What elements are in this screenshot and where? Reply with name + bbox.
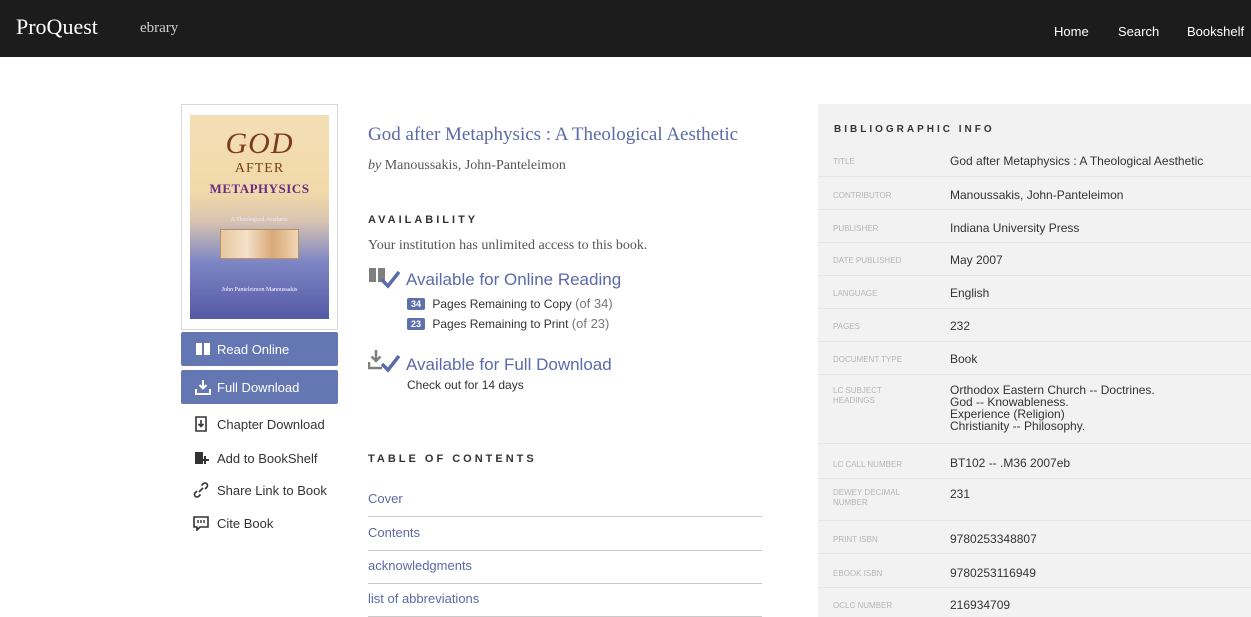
- bib-value-document-type: Book: [950, 352, 978, 366]
- bib-value-dewey-decimal: 231: [950, 487, 971, 501]
- byline-author: Manoussakis, John-Panteleimon: [384, 158, 566, 173]
- bib-value-date-published: May 2007: [950, 253, 1003, 267]
- copy-total: (of 34): [575, 296, 613, 311]
- bib-value-lc-call-number: BT102 -- .M36 2007eb: [950, 456, 1071, 470]
- bib-label-pages: PAGES: [833, 322, 860, 331]
- bib-divider: [818, 275, 1251, 276]
- toc-heading: TABLE OF CONTENTS: [368, 453, 537, 465]
- nav-home[interactable]: Home: [1054, 24, 1089, 39]
- online-reading-title[interactable]: Available for Online Reading: [406, 270, 621, 290]
- top-bar: ProQuest ebrary Home Search Bookshelf: [0, 0, 1251, 57]
- bib-divider: [818, 520, 1251, 521]
- copy-count-badge: 34: [407, 298, 426, 310]
- bib-value-ebook-isbn: 9780253116949: [950, 566, 1036, 580]
- bib-divider: [818, 176, 1251, 177]
- book-title: God after Metaphysics : A Theological Ae…: [368, 124, 739, 145]
- toc-item[interactable]: list of abbreviations: [368, 583, 762, 617]
- toc-item-label: acknowledgments: [368, 558, 473, 573]
- byline-prefix: by: [368, 158, 382, 173]
- bib-label-date-published: DATE PUBLISHED: [833, 256, 902, 265]
- bib-divider: [818, 587, 1251, 588]
- bib-label-publisher: PUBLISHER: [833, 224, 879, 233]
- cover-artwork: [220, 229, 299, 259]
- bib-divider: [818, 209, 1251, 210]
- bib-divider: [818, 443, 1251, 444]
- print-total: (of 23): [571, 316, 610, 331]
- cover-title-after: AFTER: [234, 161, 285, 176]
- toc-item-label: Contents: [368, 525, 421, 540]
- bib-label-print-isbn: PRINT ISBN: [833, 535, 878, 544]
- bib-value-title: God after Metaphysics : A Theological Ae…: [950, 154, 1204, 168]
- cite-icon: [193, 516, 209, 531]
- online-reading-icon: [369, 268, 400, 289]
- print-remaining-row: 23 Pages Remaining to Print (of 23): [407, 316, 609, 331]
- read-online-button[interactable]: Read Online: [181, 332, 338, 366]
- print-count-badge: 23: [407, 318, 426, 330]
- add-to-bookshelf-label: Add to BookShelf: [217, 451, 318, 466]
- share-link-label: Share Link to Book: [217, 483, 327, 498]
- book-byline: by Manoussakis, John-Panteleimon: [368, 158, 566, 174]
- full-download-label: Full Download: [217, 380, 300, 395]
- toc-item-label: list of abbreviations: [368, 591, 480, 606]
- chapter-download-icon: [195, 416, 207, 432]
- bib-value-publisher: Indiana University Press: [950, 221, 1080, 235]
- bib-divider: [818, 553, 1251, 554]
- nav-bookshelf[interactable]: Bookshelf: [1187, 24, 1244, 39]
- toc-item[interactable]: Cover: [368, 483, 762, 517]
- bib-label-title: TITLE: [833, 157, 855, 166]
- bib-value-oclc-number: 216934709: [950, 598, 1011, 612]
- bib-divider: [818, 341, 1251, 342]
- bib-value-pages: 232: [950, 319, 971, 333]
- bib-value-print-isbn: 9780253348807: [950, 532, 1037, 546]
- bib-divider: [818, 242, 1251, 243]
- copy-remaining-label: Pages Remaining to Copy: [432, 297, 572, 311]
- bib-label-contributor: CONTRIBUTOR: [833, 191, 892, 200]
- bib-label-document-type: DOCUMENT TYPE: [833, 355, 903, 364]
- checkout-duration: Check out for 14 days: [407, 378, 524, 392]
- book-cover-frame[interactable]: GOD AFTER METAPHYSICS A Theological Aest…: [181, 104, 338, 330]
- full-download-status-icon: [368, 350, 400, 373]
- availability-heading: AVAILABILITY: [368, 214, 479, 226]
- chapter-download-label: Chapter Download: [217, 417, 325, 432]
- bib-label-ebook-isbn: EBOOK ISBN: [833, 569, 883, 578]
- toc-item-label: Cover: [368, 491, 403, 506]
- cover-author: John Panteleimon Manoussakis: [221, 287, 298, 293]
- bookshelf-add-icon: [195, 452, 209, 464]
- download-icon: [195, 380, 211, 395]
- full-download-button[interactable]: Full Download: [181, 370, 338, 404]
- access-text: Your institution has unlimited access to…: [368, 238, 648, 253]
- bibliographic-heading: BIBLIOGRAPHIC INFO: [834, 124, 995, 135]
- brand-subtitle: ebrary: [140, 20, 179, 36]
- bib-label-language: LANGUAGE: [833, 289, 878, 298]
- nav-search[interactable]: Search: [1118, 24, 1159, 39]
- bib-divider: [818, 374, 1251, 375]
- copy-remaining-row: 34 Pages Remaining to Copy (of 34): [407, 296, 613, 311]
- full-download-title[interactable]: Available for Full Download: [406, 355, 612, 375]
- toc-item[interactable]: Contents: [368, 517, 762, 551]
- cite-book-label: Cite Book: [217, 516, 274, 531]
- read-online-label: Read Online: [217, 342, 290, 357]
- bib-divider: [818, 478, 1251, 479]
- toc-item[interactable]: acknowledgments: [368, 550, 762, 584]
- bib-divider: [818, 308, 1251, 309]
- book-open-icon: [196, 343, 210, 355]
- brand-logo[interactable]: ProQuest: [16, 14, 98, 40]
- bib-label-lc-subject-headings: LC SUBJECT HEADINGS: [833, 386, 882, 405]
- bib-label-dewey-decimal: DEWEY DECIMAL NUMBER: [833, 488, 900, 507]
- bib-value-language: English: [950, 286, 990, 300]
- bib-value-contributor: Manoussakis, John-Panteleimon: [950, 188, 1124, 202]
- link-icon: [193, 482, 209, 498]
- book-cover-image: GOD AFTER METAPHYSICS A Theological Aest…: [190, 115, 329, 319]
- cover-title-metaphysics: METAPHYSICS: [209, 181, 310, 196]
- cover-subtitle: A Theological Aesthetic: [230, 217, 289, 223]
- bib-label-oclc-number: OCLC NUMBER: [833, 601, 893, 610]
- bib-value-lc-subject-4: Christianity -- Philosophy.: [950, 419, 1086, 433]
- cover-title-god: GOD: [225, 127, 294, 160]
- bib-label-lc-call-number: LC CALL NUMBER: [833, 460, 903, 469]
- print-remaining-label: Pages Remaining to Print: [432, 317, 569, 331]
